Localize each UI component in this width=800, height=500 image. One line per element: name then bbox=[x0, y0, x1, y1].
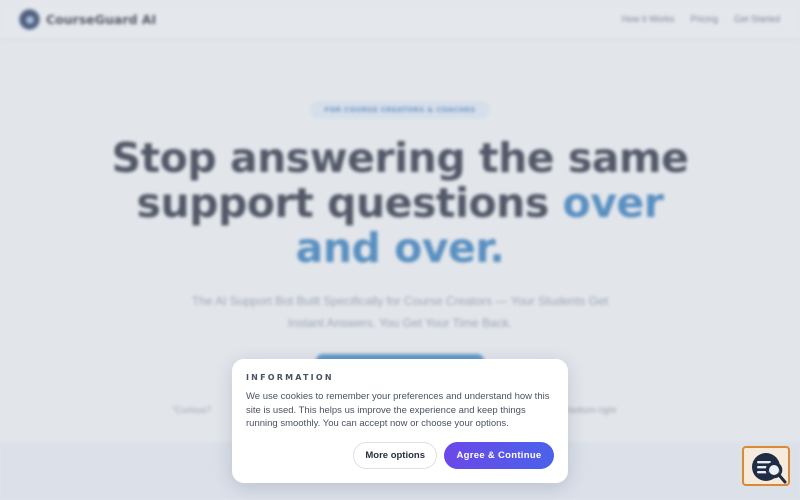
more-options-button[interactable]: More options bbox=[353, 442, 437, 469]
cookie-title: INFORMATION bbox=[246, 373, 334, 382]
chat-search-icon bbox=[752, 453, 787, 484]
agree-continue-button[interactable]: Agree & Continue bbox=[444, 442, 554, 469]
cookie-actions: More options Agree & Continue bbox=[353, 442, 554, 469]
support-chat-widget[interactable] bbox=[742, 446, 790, 486]
cookie-dialog: INFORMATION We use cookies to remember y… bbox=[232, 359, 568, 483]
cookie-text: We use cookies to remember your preferen… bbox=[246, 391, 550, 429]
